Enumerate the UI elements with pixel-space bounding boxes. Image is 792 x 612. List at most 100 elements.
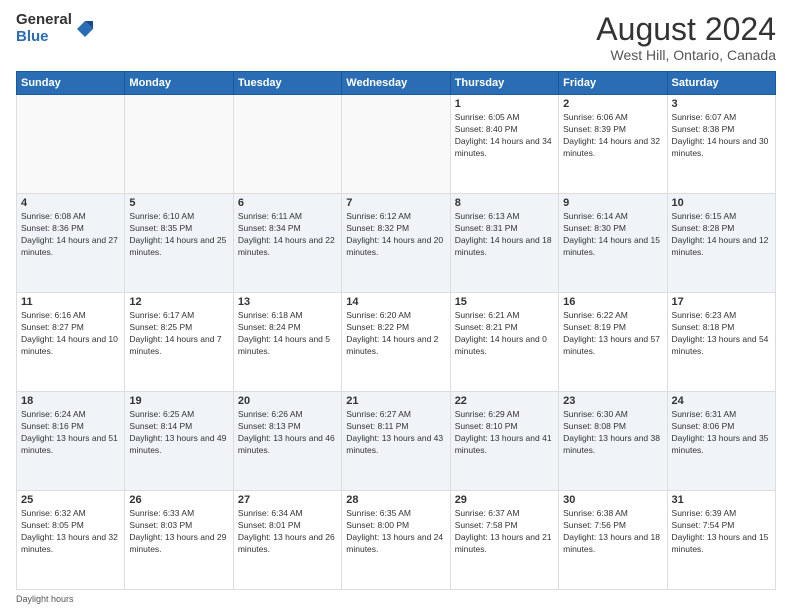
calendar-cell: 13Sunrise: 6:18 AMSunset: 8:24 PMDayligh… xyxy=(233,293,341,392)
weekday-header-tuesday: Tuesday xyxy=(233,72,341,95)
day-number: 22 xyxy=(455,395,554,407)
day-info: Sunrise: 6:27 AMSunset: 8:11 PMDaylight:… xyxy=(346,409,445,457)
weekday-header-wednesday: Wednesday xyxy=(342,72,450,95)
day-info: Sunrise: 6:11 AMSunset: 8:34 PMDaylight:… xyxy=(238,211,337,259)
day-number: 7 xyxy=(346,197,445,209)
day-number: 2 xyxy=(563,98,662,110)
day-info: Sunrise: 6:06 AMSunset: 8:39 PMDaylight:… xyxy=(563,112,662,160)
calendar-cell: 26 Sunrise: 6:33 AMSunset: 8:03 PMDayligh… xyxy=(125,491,233,590)
day-info: Sunrise: 6:14 AMSunset: 8:30 PMDaylight:… xyxy=(563,211,662,259)
day-number: 10 xyxy=(672,197,771,209)
weekday-header-sunday: Sunday xyxy=(17,72,125,95)
day-info: Sunrise: 6:26 AMSunset: 8:13 PMDaylight:… xyxy=(238,409,337,457)
weekday-header-thursday: Thursday xyxy=(450,72,558,95)
day-info: Sunrise: 6:25 AMSunset: 8:14 PMDaylight:… xyxy=(129,409,228,457)
weekday-header-saturday: Saturday xyxy=(667,72,775,95)
calendar-week-row: 25 Sunrise: 6:32 AMSunset: 8:05 PMDayligh… xyxy=(17,491,776,590)
day-number: 25 xyxy=(21,494,120,506)
calendar-cell xyxy=(125,95,233,194)
day-info: Sunrise: 6:13 AMSunset: 8:31 PMDaylight:… xyxy=(455,211,554,259)
day-info: Sunrise: 6:10 AMSunset: 8:35 PMDaylight:… xyxy=(129,211,228,259)
day-info: Sunrise: 6:32 AMSunset: 8:05 PMDaylight:… xyxy=(21,508,120,556)
day-number: 19 xyxy=(129,395,228,407)
day-number: 20 xyxy=(238,395,337,407)
calendar-week-row: 11 Sunrise: 6:16 AMSunset: 8:27 PMDayligh… xyxy=(17,293,776,392)
day-info: Sunrise: 6:15 AMSunset: 8:28 PMDaylight:… xyxy=(672,211,771,259)
day-number: 13 xyxy=(238,296,337,308)
daylight-legend-label: Daylight hours xyxy=(16,594,74,604)
day-number: 29 xyxy=(455,494,554,506)
calendar-cell: 3Sunrise: 6:07 AMSunset: 8:38 PMDaylight… xyxy=(667,95,775,194)
calendar-cell: 23 Sunrise: 6:30 AMSunset: 8:08 PMDayligh… xyxy=(559,392,667,491)
calendar-week-row: 4 Sunrise: 6:08 AMSunset: 8:36 PMDaylight… xyxy=(17,194,776,293)
calendar-cell: 6Sunrise: 6:11 AMSunset: 8:34 PMDaylight… xyxy=(233,194,341,293)
day-info: Sunrise: 6:12 AMSunset: 8:32 PMDaylight:… xyxy=(346,211,445,259)
calendar-cell: 1 Sunrise: 6:05 AMSunset: 8:40 PMDaylight… xyxy=(450,95,558,194)
day-number: 12 xyxy=(129,296,228,308)
day-number: 31 xyxy=(672,494,771,506)
day-info: Sunrise: 6:35 AMSunset: 8:00 PMDaylight:… xyxy=(346,508,445,556)
day-info: Sunrise: 6:05 AMSunset: 8:40 PMDaylight:… xyxy=(455,112,554,160)
calendar-cell: 27 Sunrise: 6:34 AMSunset: 8:01 PMDayligh… xyxy=(233,491,341,590)
calendar-cell: 18Sunrise: 6:24 AMSunset: 8:16 PMDayligh… xyxy=(17,392,125,491)
day-number: 11 xyxy=(21,296,120,308)
day-number: 23 xyxy=(563,395,662,407)
day-info: Sunrise: 6:34 AMSunset: 8:01 PMDaylight:… xyxy=(238,508,337,556)
day-info: Sunrise: 6:16 AMSunset: 8:27 PMDaylight:… xyxy=(21,310,120,358)
calendar-cell xyxy=(342,95,450,194)
logo: General Blue xyxy=(16,12,95,45)
day-info: Sunrise: 6:17 AMSunset: 8:25 PMDaylight:… xyxy=(129,310,228,358)
day-number: 14 xyxy=(346,296,445,308)
day-number: 9 xyxy=(563,197,662,209)
calendar-table: SundayMondayTuesdayWednesdayThursdayFrid… xyxy=(16,71,776,590)
day-number: 17 xyxy=(672,296,771,308)
calendar-cell: 5 Sunrise: 6:10 AMSunset: 8:35 PMDaylight… xyxy=(125,194,233,293)
calendar-cell xyxy=(17,95,125,194)
weekday-header-friday: Friday xyxy=(559,72,667,95)
day-number: 26 xyxy=(129,494,228,506)
calendar-week-row: 18Sunrise: 6:24 AMSunset: 8:16 PMDayligh… xyxy=(17,392,776,491)
calendar-cell: 21 Sunrise: 6:27 AMSunset: 8:11 PMDayligh… xyxy=(342,392,450,491)
header: General Blue August 2024 West Hill, Onta… xyxy=(16,12,776,63)
day-number: 30 xyxy=(563,494,662,506)
logo-general: General xyxy=(16,12,72,29)
calendar-cell: 2 Sunrise: 6:06 AMSunset: 8:39 PMDaylight… xyxy=(559,95,667,194)
calendar-week-row: 1 Sunrise: 6:05 AMSunset: 8:40 PMDaylight… xyxy=(17,95,776,194)
day-number: 24 xyxy=(672,395,771,407)
day-info: Sunrise: 6:22 AMSunset: 8:19 PMDaylight:… xyxy=(563,310,662,358)
title-block: August 2024 West Hill, Ontario, Canada xyxy=(596,12,776,63)
calendar-cell: 15Sunrise: 6:21 AMSunset: 8:21 PMDayligh… xyxy=(450,293,558,392)
logo-blue: Blue xyxy=(16,29,72,46)
calendar-cell: 4 Sunrise: 6:08 AMSunset: 8:36 PMDaylight… xyxy=(17,194,125,293)
day-number: 5 xyxy=(129,197,228,209)
day-number: 15 xyxy=(455,296,554,308)
calendar-cell: 10 Sunrise: 6:15 AMSunset: 8:28 PMDayligh… xyxy=(667,194,775,293)
calendar-cell: 14 Sunrise: 6:20 AMSunset: 8:22 PMDayligh… xyxy=(342,293,450,392)
subtitle: West Hill, Ontario, Canada xyxy=(596,47,776,63)
calendar-cell: 16Sunrise: 6:22 AMSunset: 8:19 PMDayligh… xyxy=(559,293,667,392)
logo-text: General Blue xyxy=(16,12,72,45)
calendar-cell: 28 Sunrise: 6:35 AMSunset: 8:00 PMDayligh… xyxy=(342,491,450,590)
logo-icon xyxy=(75,19,95,39)
calendar-cell: 24 Sunrise: 6:31 AMSunset: 8:06 PMDayligh… xyxy=(667,392,775,491)
page: General Blue August 2024 West Hill, Onta… xyxy=(0,0,792,612)
calendar-cell: 29Sunrise: 6:37 AMSunset: 7:58 PMDayligh… xyxy=(450,491,558,590)
calendar-cell: 25 Sunrise: 6:32 AMSunset: 8:05 PMDayligh… xyxy=(17,491,125,590)
day-number: 28 xyxy=(346,494,445,506)
day-number: 4 xyxy=(21,197,120,209)
day-info: Sunrise: 6:08 AMSunset: 8:36 PMDaylight:… xyxy=(21,211,120,259)
day-info: Sunrise: 6:33 AMSunset: 8:03 PMDaylight:… xyxy=(129,508,228,556)
calendar-cell: 12 Sunrise: 6:17 AMSunset: 8:25 PMDayligh… xyxy=(125,293,233,392)
day-number: 27 xyxy=(238,494,337,506)
day-info: Sunrise: 6:31 AMSunset: 8:06 PMDaylight:… xyxy=(672,409,771,457)
calendar-cell: 7 Sunrise: 6:12 AMSunset: 8:32 PMDaylight… xyxy=(342,194,450,293)
day-info: Sunrise: 6:30 AMSunset: 8:08 PMDaylight:… xyxy=(563,409,662,457)
calendar-cell: 30Sunrise: 6:38 AMSunset: 7:56 PMDayligh… xyxy=(559,491,667,590)
day-number: 1 xyxy=(455,98,554,110)
day-info: Sunrise: 6:07 AMSunset: 8:38 PMDaylight:… xyxy=(672,112,771,160)
day-number: 21 xyxy=(346,395,445,407)
calendar-cell: 8Sunrise: 6:13 AMSunset: 8:31 PMDaylight… xyxy=(450,194,558,293)
day-info: Sunrise: 6:20 AMSunset: 8:22 PMDaylight:… xyxy=(346,310,445,358)
calendar-cell: 17Sunrise: 6:23 AMSunset: 8:18 PMDayligh… xyxy=(667,293,775,392)
weekday-header-row: SundayMondayTuesdayWednesdayThursdayFrid… xyxy=(17,72,776,95)
